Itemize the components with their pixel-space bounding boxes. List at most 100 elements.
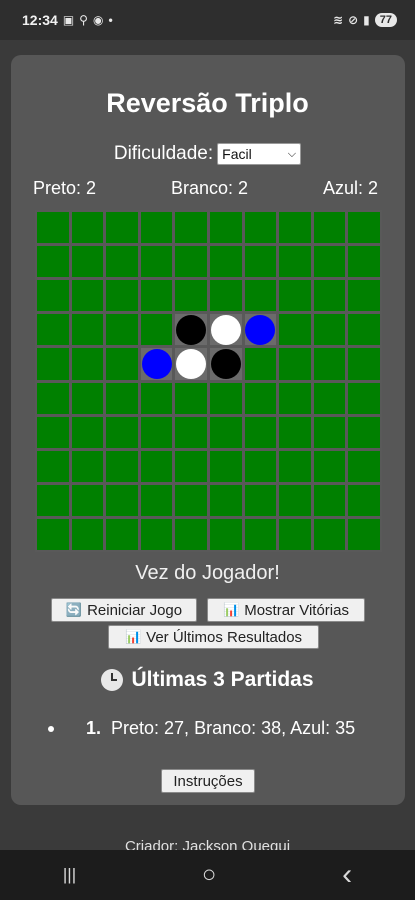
- board-cell[interactable]: [244, 518, 277, 550]
- board-cell[interactable]: [279, 314, 311, 346]
- board-cell[interactable]: [37, 382, 69, 414]
- board-cell[interactable]: [71, 382, 104, 414]
- board-cell[interactable]: [140, 484, 173, 516]
- board-cell[interactable]: [175, 450, 207, 482]
- board-cell[interactable]: [313, 518, 346, 550]
- board-cell[interactable]: [279, 382, 311, 414]
- board-cell[interactable]: [210, 212, 242, 244]
- board-cell[interactable]: [140, 212, 173, 244]
- board-cell[interactable]: [348, 348, 380, 380]
- board-cell[interactable]: [244, 382, 277, 414]
- board-cell[interactable]: [175, 246, 207, 278]
- board-cell[interactable]: [210, 314, 242, 346]
- board-cell[interactable]: [37, 450, 69, 482]
- board-cell[interactable]: [106, 348, 138, 380]
- board-cell[interactable]: [279, 348, 311, 380]
- board-cell[interactable]: [175, 348, 207, 380]
- board-cell[interactable]: [244, 348, 277, 380]
- board-cell[interactable]: [313, 314, 346, 346]
- board-cell[interactable]: [244, 484, 277, 516]
- board-cell[interactable]: [37, 212, 69, 244]
- board-cell[interactable]: [175, 212, 207, 244]
- board-cell[interactable]: [244, 314, 277, 346]
- board-cell[interactable]: [37, 518, 69, 550]
- board-cell[interactable]: [140, 416, 173, 448]
- board-cell[interactable]: [313, 450, 346, 482]
- board-cell[interactable]: [313, 348, 346, 380]
- instructions-button[interactable]: Instruções: [161, 769, 255, 793]
- board-cell[interactable]: [71, 484, 104, 516]
- board-cell[interactable]: [244, 450, 277, 482]
- board-cell[interactable]: [37, 314, 69, 346]
- board-cell[interactable]: [244, 416, 277, 448]
- board-cell[interactable]: [140, 382, 173, 414]
- board-cell[interactable]: [175, 518, 207, 550]
- board-cell[interactable]: [313, 212, 346, 244]
- board-cell[interactable]: [313, 382, 346, 414]
- board-cell[interactable]: [313, 416, 346, 448]
- board-cell[interactable]: [140, 348, 173, 380]
- board-cell[interactable]: [140, 518, 173, 550]
- board-cell[interactable]: [106, 450, 138, 482]
- board-cell[interactable]: [140, 314, 173, 346]
- board-cell[interactable]: [279, 518, 311, 550]
- board-cell[interactable]: [37, 280, 69, 312]
- board-cell[interactable]: [71, 246, 104, 278]
- board-cell[interactable]: [313, 484, 346, 516]
- board-cell[interactable]: [71, 280, 104, 312]
- board-cell[interactable]: [140, 450, 173, 482]
- board-cell[interactable]: [279, 246, 311, 278]
- board-cell[interactable]: [175, 280, 207, 312]
- board-cell[interactable]: [71, 212, 104, 244]
- board-cell[interactable]: [175, 382, 207, 414]
- board-cell[interactable]: [244, 280, 277, 312]
- board-cell[interactable]: [106, 246, 138, 278]
- board-cell[interactable]: [348, 314, 380, 346]
- board-cell[interactable]: [71, 348, 104, 380]
- restart-button[interactable]: 🔄 Reiniciar Jogo: [51, 598, 197, 622]
- board-cell[interactable]: [175, 416, 207, 448]
- board-cell[interactable]: [106, 212, 138, 244]
- back-button[interactable]: ‹: [342, 858, 352, 892]
- difficulty-select[interactable]: Facil ⌵: [217, 143, 302, 165]
- board-cell[interactable]: [279, 450, 311, 482]
- board-cell[interactable]: [348, 518, 380, 550]
- board-cell[interactable]: [140, 246, 173, 278]
- board-cell[interactable]: [279, 280, 311, 312]
- board-cell[interactable]: [210, 348, 242, 380]
- board-cell[interactable]: [210, 484, 242, 516]
- home-button[interactable]: ○: [202, 861, 217, 889]
- board-cell[interactable]: [279, 484, 311, 516]
- board-cell[interactable]: [348, 484, 380, 516]
- board-cell[interactable]: [106, 382, 138, 414]
- board-cell[interactable]: [37, 246, 69, 278]
- board-cell[interactable]: [37, 348, 69, 380]
- board-cell[interactable]: [106, 280, 138, 312]
- board-cell[interactable]: [210, 246, 242, 278]
- board-cell[interactable]: [244, 212, 277, 244]
- board-cell[interactable]: [210, 518, 242, 550]
- board-cell[interactable]: [106, 518, 138, 550]
- board-cell[interactable]: [279, 416, 311, 448]
- board-cell[interactable]: [175, 484, 207, 516]
- board-cell[interactable]: [71, 518, 104, 550]
- board-cell[interactable]: [140, 280, 173, 312]
- board-cell[interactable]: [175, 314, 207, 346]
- board-cell[interactable]: [313, 280, 346, 312]
- board-cell[interactable]: [348, 450, 380, 482]
- board-cell[interactable]: [348, 416, 380, 448]
- board-cell[interactable]: [210, 382, 242, 414]
- board-cell[interactable]: [348, 246, 380, 278]
- board-cell[interactable]: [313, 246, 346, 278]
- board-cell[interactable]: [71, 314, 104, 346]
- board-cell[interactable]: [37, 416, 69, 448]
- board-cell[interactable]: [348, 382, 380, 414]
- board-cell[interactable]: [210, 280, 242, 312]
- board-cell[interactable]: [106, 314, 138, 346]
- board-cell[interactable]: [106, 484, 138, 516]
- show-wins-button[interactable]: 📊 Mostrar Vitórias: [207, 598, 365, 622]
- board-cell[interactable]: [71, 450, 104, 482]
- board-cell[interactable]: [244, 246, 277, 278]
- board-cell[interactable]: [71, 416, 104, 448]
- recent-apps-button[interactable]: |||: [63, 865, 76, 885]
